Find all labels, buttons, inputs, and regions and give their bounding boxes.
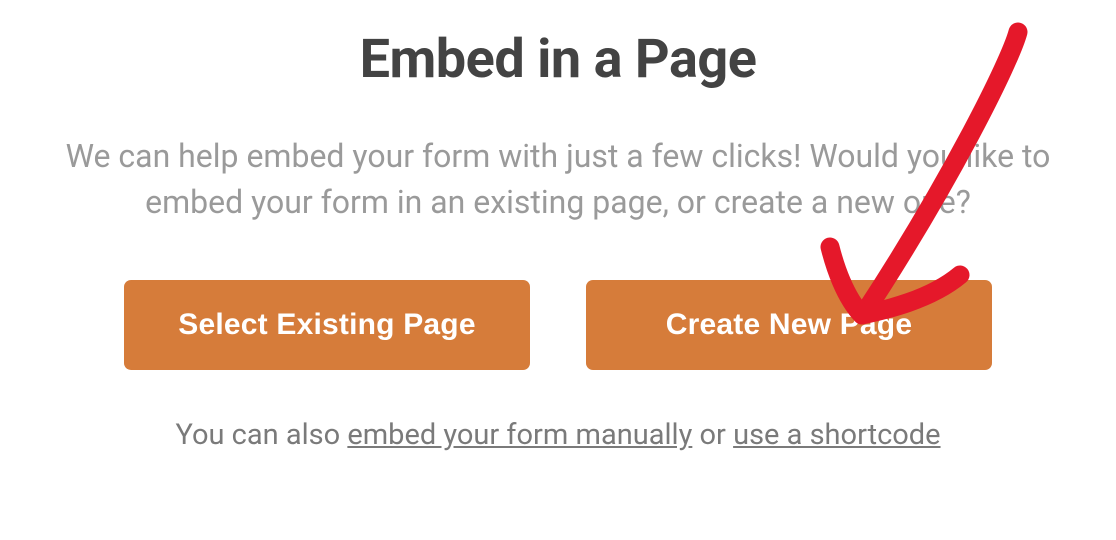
button-row: Select Existing Page Create New Page	[124, 280, 992, 370]
create-new-page-button[interactable]: Create New Page	[586, 280, 992, 370]
dialog-description: We can help embed your form with just a …	[48, 133, 1068, 226]
footer-middle: or	[692, 418, 733, 452]
embed-manually-link[interactable]: embed your form manually	[347, 418, 692, 452]
use-shortcode-link[interactable]: use a shortcode	[733, 418, 940, 452]
embed-dialog: Embed in a Page We can help embed your f…	[0, 0, 1116, 540]
footer-before: You can also	[175, 418, 347, 452]
footer-text: You can also embed your form manually or…	[175, 418, 940, 452]
dialog-title: Embed in a Page	[360, 28, 757, 91]
select-existing-page-button[interactable]: Select Existing Page	[124, 280, 530, 370]
